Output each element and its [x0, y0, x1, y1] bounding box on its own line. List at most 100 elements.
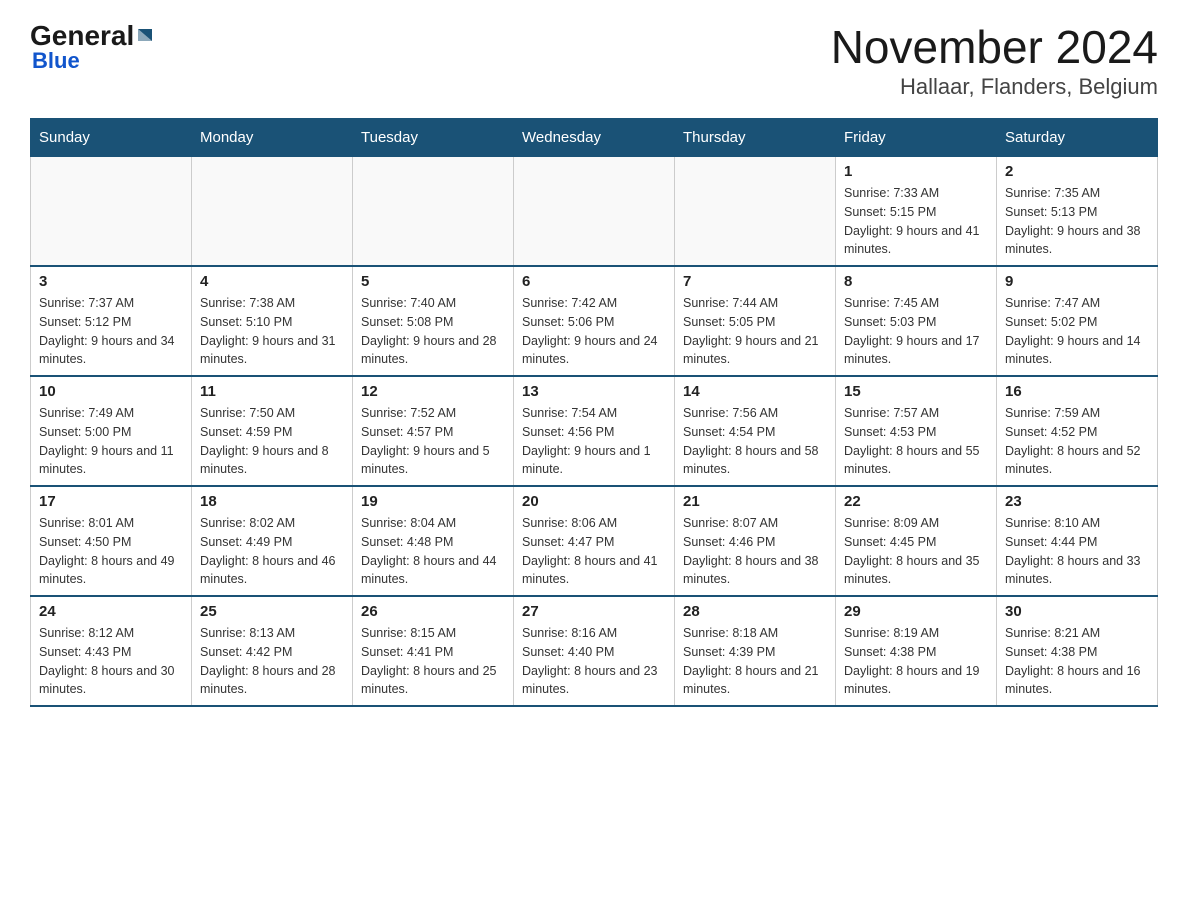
day-number: 28 — [683, 603, 827, 620]
day-info: Sunrise: 8:04 AMSunset: 4:48 PMDaylight:… — [361, 514, 505, 589]
day-number: 12 — [361, 383, 505, 400]
day-of-week-header: Wednesday — [514, 119, 675, 157]
day-number: 2 — [1005, 163, 1149, 180]
day-info: Sunrise: 7:40 AMSunset: 5:08 PMDaylight:… — [361, 294, 505, 369]
calendar-header-row: SundayMondayTuesdayWednesdayThursdayFrid… — [31, 119, 1158, 157]
calendar-day-cell: 1 Sunrise: 7:33 AMSunset: 5:15 PMDaylight… — [836, 157, 997, 267]
calendar-week-row: 1 Sunrise: 7:33 AMSunset: 5:15 PMDaylight… — [31, 157, 1158, 267]
day-info: Sunrise: 8:21 AMSunset: 4:38 PMDaylight:… — [1005, 624, 1149, 699]
calendar-day-cell: 8 Sunrise: 7:45 AMSunset: 5:03 PMDaylight… — [836, 266, 997, 376]
calendar-day-cell: 20 Sunrise: 8:06 AMSunset: 4:47 PMDayligh… — [514, 486, 675, 596]
day-of-week-header: Thursday — [675, 119, 836, 157]
day-number: 14 — [683, 383, 827, 400]
day-of-week-header: Monday — [192, 119, 353, 157]
day-info: Sunrise: 8:06 AMSunset: 4:47 PMDaylight:… — [522, 514, 666, 589]
day-number: 11 — [200, 383, 344, 400]
day-number: 15 — [844, 383, 988, 400]
calendar-day-cell — [31, 157, 192, 267]
calendar-day-cell: 18 Sunrise: 8:02 AMSunset: 4:49 PMDayligh… — [192, 486, 353, 596]
calendar-day-cell: 30 Sunrise: 8:21 AMSunset: 4:38 PMDayligh… — [997, 596, 1158, 706]
calendar-day-cell: 25Sunrise: 8:13 AMSunset: 4:42 PMDayligh… — [192, 596, 353, 706]
calendar-day-cell: 9 Sunrise: 7:47 AMSunset: 5:02 PMDaylight… — [997, 266, 1158, 376]
calendar-title: November 2024 — [831, 20, 1158, 74]
day-number: 18 — [200, 493, 344, 510]
day-number: 9 — [1005, 273, 1149, 290]
day-number: 13 — [522, 383, 666, 400]
day-number: 3 — [39, 273, 183, 290]
calendar-day-cell: 6Sunrise: 7:42 AMSunset: 5:06 PMDaylight… — [514, 266, 675, 376]
day-info: Sunrise: 8:15 AMSunset: 4:41 PMDaylight:… — [361, 624, 505, 699]
calendar-week-row: 17Sunrise: 8:01 AMSunset: 4:50 PMDayligh… — [31, 486, 1158, 596]
day-info: Sunrise: 8:02 AMSunset: 4:49 PMDaylight:… — [200, 514, 344, 589]
day-number: 5 — [361, 273, 505, 290]
calendar-day-cell: 2Sunrise: 7:35 AMSunset: 5:13 PMDaylight… — [997, 157, 1158, 267]
day-number: 27 — [522, 603, 666, 620]
title-area: November 2024 Hallaar, Flanders, Belgium — [831, 20, 1158, 100]
calendar-day-cell: 14 Sunrise: 7:56 AMSunset: 4:54 PMDayligh… — [675, 376, 836, 486]
day-info: Sunrise: 7:47 AMSunset: 5:02 PMDaylight:… — [1005, 294, 1149, 369]
day-info: Sunrise: 7:59 AMSunset: 4:52 PMDaylight:… — [1005, 404, 1149, 479]
calendar-day-cell — [514, 157, 675, 267]
calendar-day-cell: 11Sunrise: 7:50 AMSunset: 4:59 PMDayligh… — [192, 376, 353, 486]
day-info: Sunrise: 7:52 AMSunset: 4:57 PMDaylight:… — [361, 404, 505, 479]
day-info: Sunrise: 7:45 AMSunset: 5:03 PMDaylight:… — [844, 294, 988, 369]
day-number: 8 — [844, 273, 988, 290]
day-number: 20 — [522, 493, 666, 510]
calendar-day-cell: 4 Sunrise: 7:38 AMSunset: 5:10 PMDaylight… — [192, 266, 353, 376]
day-info: Sunrise: 8:07 AMSunset: 4:46 PMDaylight:… — [683, 514, 827, 589]
day-info: Sunrise: 7:49 AMSunset: 5:00 PMDaylight:… — [39, 404, 183, 479]
day-number: 16 — [1005, 383, 1149, 400]
calendar-day-cell: 21 Sunrise: 8:07 AMSunset: 4:46 PMDayligh… — [675, 486, 836, 596]
day-number: 4 — [200, 273, 344, 290]
calendar-day-cell: 5 Sunrise: 7:40 AMSunset: 5:08 PMDaylight… — [353, 266, 514, 376]
calendar-day-cell: 10 Sunrise: 7:49 AMSunset: 5:00 PMDayligh… — [31, 376, 192, 486]
day-number: 22 — [844, 493, 988, 510]
day-number: 23 — [1005, 493, 1149, 510]
day-info: Sunrise: 7:37 AMSunset: 5:12 PMDaylight:… — [39, 294, 183, 369]
day-info: Sunrise: 7:56 AMSunset: 4:54 PMDaylight:… — [683, 404, 827, 479]
day-info: Sunrise: 8:09 AMSunset: 4:45 PMDaylight:… — [844, 514, 988, 589]
day-info: Sunrise: 8:12 AMSunset: 4:43 PMDaylight:… — [39, 624, 183, 699]
day-info: Sunrise: 7:38 AMSunset: 5:10 PMDaylight:… — [200, 294, 344, 369]
logo-icon — [136, 27, 154, 45]
day-number: 30 — [1005, 603, 1149, 620]
day-info: Sunrise: 8:16 AMSunset: 4:40 PMDaylight:… — [522, 624, 666, 699]
calendar-subtitle: Hallaar, Flanders, Belgium — [831, 74, 1158, 100]
day-number: 21 — [683, 493, 827, 510]
day-info: Sunrise: 7:54 AMSunset: 4:56 PMDaylight:… — [522, 404, 666, 479]
logo-blue: Blue — [32, 48, 80, 74]
day-info: Sunrise: 8:01 AMSunset: 4:50 PMDaylight:… — [39, 514, 183, 589]
calendar-day-cell — [353, 157, 514, 267]
day-number: 29 — [844, 603, 988, 620]
day-number: 10 — [39, 383, 183, 400]
day-info: Sunrise: 7:44 AMSunset: 5:05 PMDaylight:… — [683, 294, 827, 369]
calendar-week-row: 3 Sunrise: 7:37 AMSunset: 5:12 PMDaylight… — [31, 266, 1158, 376]
calendar-day-cell: 13 Sunrise: 7:54 AMSunset: 4:56 PMDayligh… — [514, 376, 675, 486]
day-info: Sunrise: 8:10 AMSunset: 4:44 PMDaylight:… — [1005, 514, 1149, 589]
calendar-day-cell: 27 Sunrise: 8:16 AMSunset: 4:40 PMDayligh… — [514, 596, 675, 706]
calendar-day-cell: 15 Sunrise: 7:57 AMSunset: 4:53 PMDayligh… — [836, 376, 997, 486]
calendar-day-cell — [192, 157, 353, 267]
calendar-table: SundayMondayTuesdayWednesdayThursdayFrid… — [30, 118, 1158, 707]
calendar-day-cell: 24Sunrise: 8:12 AMSunset: 4:43 PMDayligh… — [31, 596, 192, 706]
calendar-day-cell: 17Sunrise: 8:01 AMSunset: 4:50 PMDayligh… — [31, 486, 192, 596]
day-of-week-header: Sunday — [31, 119, 192, 157]
day-info: Sunrise: 7:57 AMSunset: 4:53 PMDaylight:… — [844, 404, 988, 479]
day-info: Sunrise: 8:18 AMSunset: 4:39 PMDaylight:… — [683, 624, 827, 699]
logo: General Blue — [30, 20, 154, 74]
day-info: Sunrise: 7:42 AMSunset: 5:06 PMDaylight:… — [522, 294, 666, 369]
calendar-day-cell: 19 Sunrise: 8:04 AMSunset: 4:48 PMDayligh… — [353, 486, 514, 596]
day-info: Sunrise: 7:33 AMSunset: 5:15 PMDaylight:… — [844, 184, 988, 259]
day-number: 19 — [361, 493, 505, 510]
calendar-week-row: 10 Sunrise: 7:49 AMSunset: 5:00 PMDayligh… — [31, 376, 1158, 486]
day-number: 26 — [361, 603, 505, 620]
day-of-week-header: Tuesday — [353, 119, 514, 157]
page-header: General Blue November 2024 Hallaar, Flan… — [30, 20, 1158, 100]
day-number: 7 — [683, 273, 827, 290]
calendar-day-cell — [675, 157, 836, 267]
calendar-day-cell: 23 Sunrise: 8:10 AMSunset: 4:44 PMDayligh… — [997, 486, 1158, 596]
calendar-day-cell: 28 Sunrise: 8:18 AMSunset: 4:39 PMDayligh… — [675, 596, 836, 706]
day-number: 1 — [844, 163, 988, 180]
day-info: Sunrise: 8:19 AMSunset: 4:38 PMDaylight:… — [844, 624, 988, 699]
day-of-week-header: Friday — [836, 119, 997, 157]
